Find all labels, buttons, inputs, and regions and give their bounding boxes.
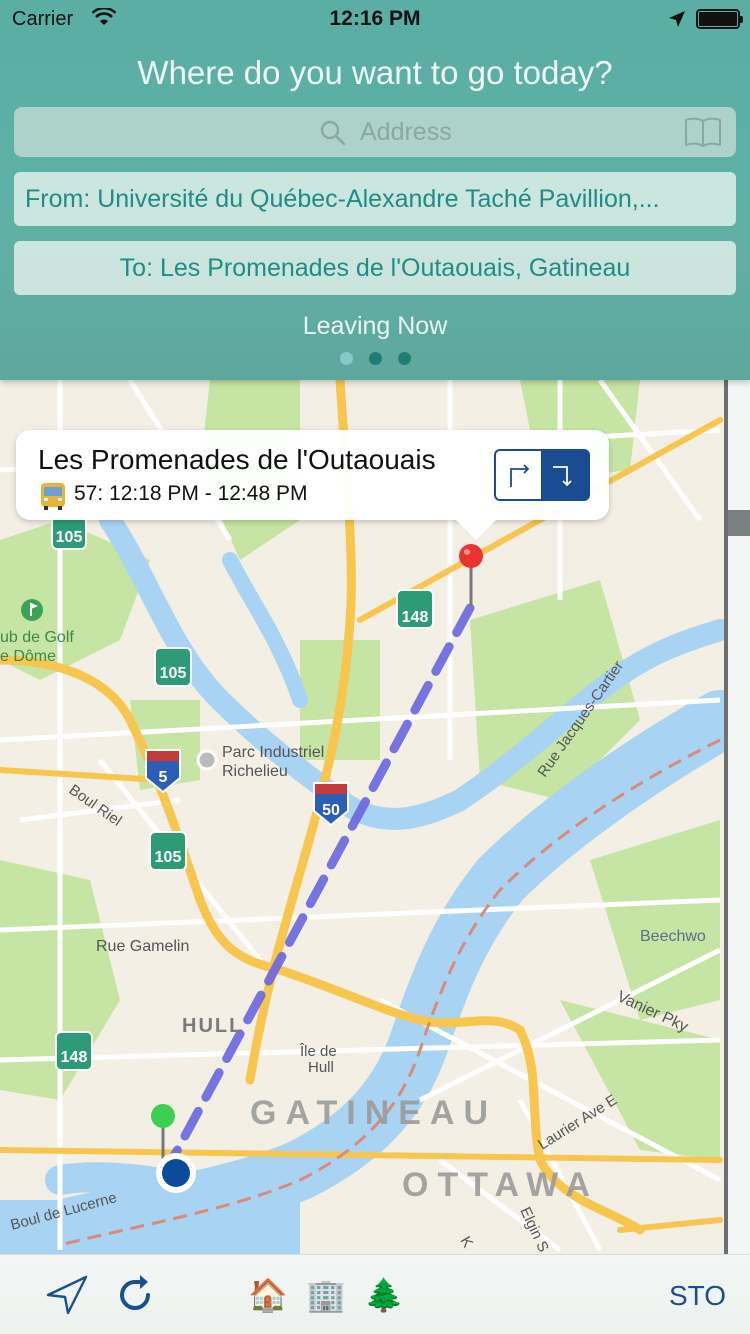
address-search-bar[interactable]: Address (14, 107, 736, 157)
planner-prompt: Where do you want to go today? (137, 54, 613, 91)
shield-148-b-label: 148 (61, 1049, 88, 1066)
locate-me-button[interactable] (46, 1275, 88, 1320)
shield-148-b: 148 (55, 1031, 93, 1071)
departure-time-button[interactable]: Leaving Now (0, 312, 750, 341)
golf-icon (21, 599, 43, 621)
shield-105-c-label: 105 (155, 849, 182, 866)
refresh-button[interactable] (116, 1273, 156, 1320)
agency-button[interactable]: STO (669, 1280, 726, 1312)
ile-label-1: Île de (299, 1043, 337, 1060)
gatineau-label: GATINEAU (250, 1094, 497, 1132)
shield-148-a-label: 148 (402, 609, 429, 626)
parc-label-2: Richelieu (222, 763, 288, 780)
shield-a5-label: 5 (159, 769, 168, 786)
battery-icon (696, 9, 743, 29)
location-arrow-icon (46, 1275, 88, 1315)
search-icon (320, 120, 346, 151)
destination-callout[interactable]: Les Promenades de l'Outaouais 57: 12:18 … (16, 430, 609, 540)
shield-105-b: 105 (154, 647, 192, 687)
refresh-icon (120, 1275, 150, 1310)
side-panel-edge[interactable] (724, 380, 750, 1254)
bookmarks-book-icon[interactable] (684, 116, 722, 153)
shield-a50-label: 50 (322, 802, 340, 819)
beechwood-label: Beechwo (640, 928, 706, 945)
callout-route-times: 57: 12:18 PM - 12:48 PM (74, 482, 308, 505)
turn-down-arrow-icon (553, 466, 572, 487)
hull-label: HULL (182, 1015, 243, 1037)
ile-label-2: Hull (308, 1059, 334, 1076)
poi-dot-icon (196, 749, 218, 771)
trip-planner-panel: Carrier 12:16 PM Where do you want to go… (0, 0, 750, 380)
park-shortcut-button[interactable]: 🌲 (364, 1277, 404, 1313)
shield-148-a: 148 (396, 589, 434, 629)
shield-105-a-label: 105 (56, 529, 83, 546)
page-dot-2[interactable] (368, 352, 382, 365)
shield-105-a: 105 (51, 516, 87, 550)
golf-label-2: e Dôme (0, 648, 56, 665)
to-field[interactable]: To: Les Promenades de l'Outaouais, Gatin… (14, 241, 736, 295)
status-bar: Carrier 12:16 PM (0, 0, 750, 40)
side-panel-strip (728, 510, 750, 536)
status-time: 12:16 PM (329, 7, 421, 30)
bus-icon (38, 481, 68, 516)
directions-end-button[interactable] (541, 449, 590, 501)
current-location-icon (156, 1153, 196, 1193)
from-field[interactable]: From: Université du Québec-Alexandre Tac… (14, 172, 736, 226)
parc-label-1: Parc Industriel (222, 744, 324, 761)
ottawa-label: OTTAWA (402, 1166, 599, 1204)
location-services-icon (668, 10, 686, 34)
bottom-toolbar: 🏠 🏢 🌲 STO (0, 1254, 750, 1334)
page-indicator[interactable] (0, 352, 750, 365)
page-dot-1[interactable] (339, 352, 353, 365)
shield-105-c: 105 (149, 831, 187, 871)
shield-105-b-label: 105 (160, 665, 187, 682)
turn-right-arrow-icon (510, 464, 530, 487)
home-shortcut-button[interactable]: 🏠 (248, 1277, 288, 1313)
work-shortcut-button[interactable]: 🏢 (306, 1277, 346, 1313)
golf-label-1: ub de Golf (0, 629, 74, 646)
callout-title: Les Promenades de l'Outaouais (38, 444, 436, 475)
directions-start-button[interactable] (494, 449, 543, 501)
page-dot-3[interactable] (397, 352, 411, 365)
search-placeholder: Address (360, 118, 452, 146)
rue-gamelin-label: Rue Gamelin (96, 938, 189, 955)
